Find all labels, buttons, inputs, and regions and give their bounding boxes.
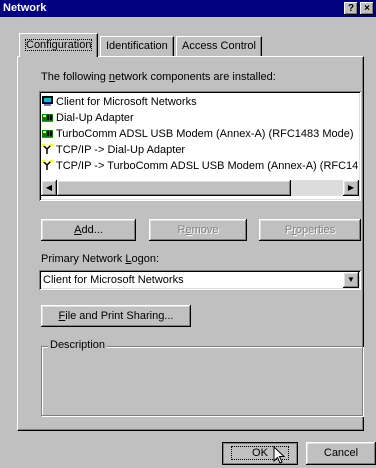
title-bar[interactable]: Network ? × [0, 0, 376, 17]
properties-button[interactable]: Properties [259, 219, 361, 241]
add-button[interactable]: Add... [41, 219, 136, 241]
description-group: Description [41, 339, 363, 416]
list-item-tcpip-dialup[interactable]: TCP/IP -> Dial-Up Adapter [42, 142, 185, 158]
tab-identification-label: Identification [106, 40, 168, 52]
tab-configuration[interactable]: Configuration [19, 33, 99, 57]
remove-button[interactable]: Remove [149, 219, 247, 241]
components-heading: The following network components are ins… [41, 71, 276, 83]
tab-access-control[interactable]: Access Control [176, 36, 262, 56]
scroll-thumb[interactable] [57, 180, 291, 196]
adapter-icon [42, 128, 53, 139]
scroll-left-button[interactable]: ◀ [41, 180, 57, 196]
tab-identification[interactable]: Identification [100, 36, 174, 56]
window-title: Network [3, 2, 47, 14]
tab-access-control-label: Access Control [182, 40, 256, 52]
primary-logon-label: Primary Network Logon: [41, 253, 159, 265]
list-item-client[interactable]: Client for Microsoft Networks [42, 94, 197, 110]
mouse-pointer-icon [273, 446, 286, 464]
primary-logon-value: Client for Microsoft Networks [43, 274, 184, 286]
network-dialog: Network ? × Configuration Identification… [0, 0, 376, 468]
list-item-dialup-adapter[interactable]: Dial-Up Adapter [42, 110, 134, 126]
horizontal-scrollbar[interactable]: ◀ ▶ [41, 180, 359, 196]
client-icon [42, 96, 53, 107]
protocol-icon [42, 160, 53, 171]
cancel-button[interactable]: Cancel [306, 442, 376, 465]
description-title: Description [48, 339, 108, 351]
adapter-icon [42, 112, 53, 123]
file-print-sharing-button[interactable]: File and Print Sharing... [41, 305, 191, 327]
close-button[interactable]: × [360, 2, 374, 15]
primary-logon-dropdown[interactable]: Client for Microsoft Networks ▼ [39, 270, 361, 290]
list-item-turbocomm-modem[interactable]: TurboComm ADSL USB Modem (Annex-A) (RFC1… [42, 126, 354, 142]
scroll-right-button[interactable]: ▶ [343, 180, 359, 196]
tab-configuration-label: Configuration [25, 39, 93, 51]
help-button[interactable]: ? [344, 2, 358, 15]
list-item-tcpip-turbocomm[interactable]: TCP/IP -> TurboComm ADSL USB Modem (Anne… [42, 158, 358, 174]
chevron-down-icon[interactable]: ▼ [343, 272, 359, 288]
protocol-icon [42, 144, 53, 155]
